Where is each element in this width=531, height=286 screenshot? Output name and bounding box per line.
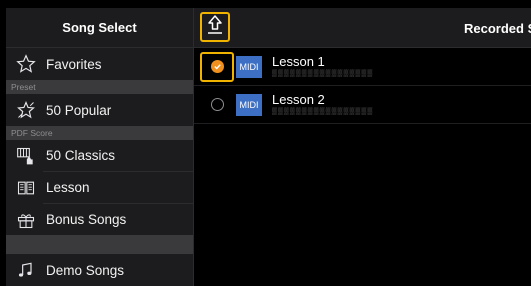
sidebar-item-lesson[interactable]: Lesson (6, 172, 193, 203)
sidebar-item-demo-songs[interactable]: Demo Songs (6, 254, 193, 286)
sidebar-item-label: 50 Popular (46, 102, 112, 118)
upload-arrow-icon (206, 14, 224, 41)
section-header-pdf-score: PDF Score (6, 126, 193, 140)
midi-badge: MIDI (236, 93, 262, 116)
gift-icon (15, 209, 37, 231)
song-list-panel: Recorded S MIDI Lesson 1 ▒▒▒▒▒▒▒▒▒▒▒▒▒▒▒… (193, 8, 531, 286)
sidebar-item-label: Bonus Songs (46, 212, 127, 227)
song-subtitle: ▒▒▒▒▒▒▒▒▒▒▒▒▒▒▒▒▒ (272, 70, 374, 77)
upload-button[interactable] (200, 12, 230, 42)
sidebar-item-label: Demo Songs (46, 262, 125, 278)
song-row[interactable]: MIDI Lesson 2 ▒▒▒▒▒▒▒▒▒▒▒▒▒▒▒▒▒ (194, 86, 531, 124)
star-icon (15, 53, 37, 75)
midi-badge: MIDI (236, 55, 262, 78)
sidebar: Song Select Favorites Preset 50 Popular … (6, 8, 193, 286)
music-notes-icon (15, 259, 37, 281)
sidebar-title: Song Select (6, 8, 193, 48)
sidebar-item-50-classics[interactable]: 50 Classics (6, 140, 193, 171)
section-spacer (6, 235, 193, 254)
empty-circle-icon (210, 98, 224, 111)
checkmark-icon (210, 60, 224, 73)
song-row[interactable]: MIDI Lesson 1 ▒▒▒▒▒▒▒▒▒▒▒▒▒▒▒▒▒ (194, 48, 531, 86)
sidebar-item-bonus-songs[interactable]: Bonus Songs (6, 204, 193, 235)
section-header-preset: Preset (6, 80, 193, 94)
sidebar-item-label: Lesson (46, 180, 90, 195)
song-title: Lesson 1 (272, 54, 325, 69)
select-checkbox[interactable] (200, 51, 234, 82)
select-checkbox[interactable] (200, 90, 234, 120)
star-burst-icon (15, 99, 37, 121)
sidebar-item-label: 50 Classics (46, 148, 116, 163)
piano-hands-icon (15, 145, 37, 167)
song-title: Lesson 2 (272, 92, 325, 107)
book-icon (15, 177, 37, 199)
song-subtitle: ▒▒▒▒▒▒▒▒▒▒▒▒▒▒▒▒▒ (272, 108, 374, 115)
main-header: Recorded S (194, 8, 531, 48)
sidebar-item-label: Favorites (46, 56, 102, 72)
sidebar-item-50-popular[interactable]: 50 Popular (6, 94, 193, 126)
sidebar-item-favorites[interactable]: Favorites (6, 48, 193, 80)
page-title: Recorded S (464, 21, 531, 36)
